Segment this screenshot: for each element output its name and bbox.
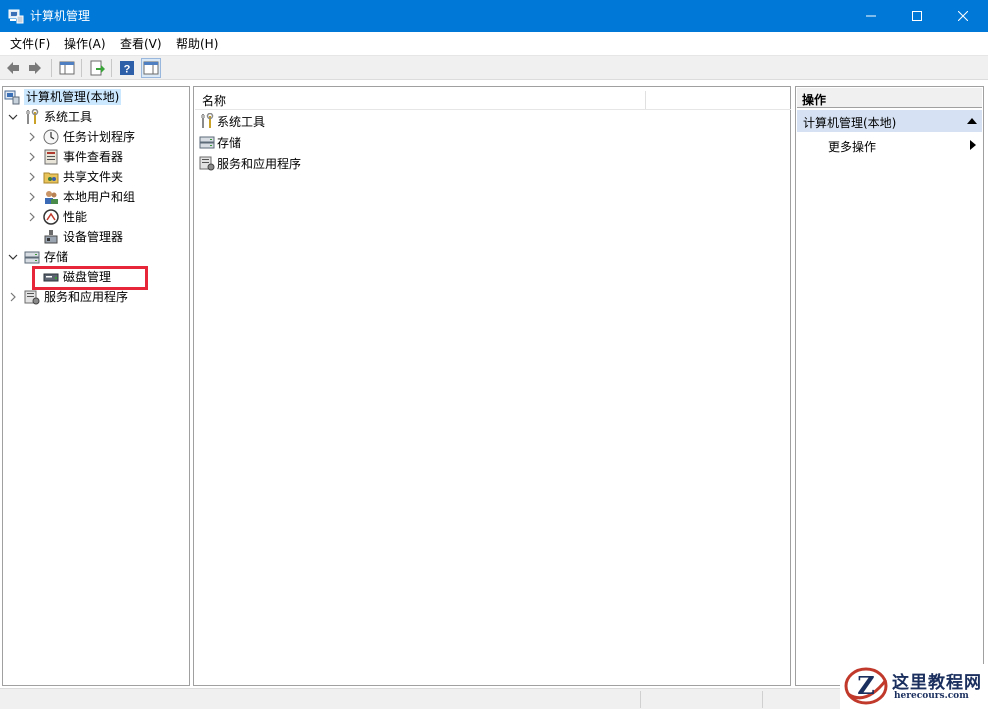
tree-item-shared-folders[interactable]: 共享文件夹 [43, 168, 123, 186]
status-segment [640, 691, 641, 708]
actions-header-label: 操作 [802, 93, 827, 107]
list-item-label: 服务和应用程序 [217, 156, 302, 171]
show-console-tree-icon [59, 61, 75, 75]
watermark-text: 这里教程网 [892, 673, 982, 693]
computer-management-icon [4, 90, 20, 105]
performance-icon [43, 209, 59, 225]
menu-view[interactable]: 查看(V) [120, 36, 162, 52]
forward-button[interactable] [25, 58, 45, 78]
tree-item-device-manager[interactable]: 设备管理器 [43, 228, 123, 246]
close-button[interactable] [940, 0, 986, 32]
more-actions-item[interactable]: 更多操作 [797, 135, 982, 155]
maximize-icon [912, 11, 922, 21]
maximize-button[interactable] [894, 0, 940, 32]
tree-item-label: 性能 [63, 210, 88, 224]
toolbar-separator [81, 59, 82, 77]
forward-arrow-icon [29, 62, 41, 74]
actions-section-label: 计算机管理(本地) [803, 116, 897, 130]
list-item-label: 系统工具 [217, 114, 266, 129]
chevron-down-icon[interactable] [8, 252, 18, 262]
minimize-icon [866, 15, 876, 17]
back-button[interactable] [3, 58, 23, 78]
actions-pane: 操作 计算机管理(本地) 更多操作 [795, 86, 984, 686]
column-header[interactable]: 名称 [195, 88, 791, 110]
watermark-logo-icon: Z [844, 667, 888, 705]
tools-icon [201, 113, 214, 128]
list-item[interactable]: 系统工具 [199, 112, 265, 130]
chevron-right-icon[interactable] [27, 172, 37, 182]
watermark: Z 这里教程网 herecours.com [840, 664, 988, 709]
minimize-button[interactable] [848, 0, 894, 32]
tree-item-label: 任务计划程序 [63, 130, 136, 144]
svg-text:Z: Z [857, 671, 875, 700]
tree-item-storage[interactable]: 存储 [24, 248, 68, 266]
menu-bar: 文件(F) 操作(A) 查看(V) 帮助(H) [0, 32, 988, 56]
action-pane-icon [143, 61, 159, 75]
collapse-up-icon[interactable] [967, 118, 977, 124]
shared-folder-icon [43, 172, 59, 184]
clock-icon [43, 129, 59, 145]
action-pane-button[interactable] [141, 58, 161, 78]
chevron-right-icon[interactable] [27, 132, 37, 142]
toolbar: ? [0, 56, 988, 80]
device-manager-icon [44, 230, 58, 244]
storage-icon [24, 251, 40, 264]
menu-help[interactable]: 帮助(H) [176, 36, 218, 52]
chevron-right-icon[interactable] [27, 152, 37, 162]
tree-item-task-scheduler[interactable]: 任务计划程序 [43, 128, 135, 146]
highlight-box [32, 266, 148, 290]
tools-icon [26, 109, 39, 124]
actions-header: 操作 [797, 88, 982, 108]
back-arrow-icon [7, 62, 19, 74]
computer-management-icon [8, 9, 24, 24]
services-icon [199, 156, 215, 171]
list-item[interactable]: 服务和应用程序 [199, 154, 301, 172]
tree-item-performance[interactable]: 性能 [43, 208, 87, 226]
help-icon: ? [120, 61, 134, 76]
menu-action[interactable]: 操作(A) [64, 36, 106, 52]
storage-icon [199, 136, 215, 149]
window-title: 计算机管理 [30, 9, 91, 23]
submenu-arrow-icon [970, 140, 976, 150]
close-icon [958, 11, 968, 21]
tree-item-local-users[interactable]: 本地用户和组 [43, 188, 135, 206]
toolbar-separator [111, 59, 112, 77]
tree-root-label: 计算机管理(本地) [24, 89, 122, 105]
content-pane: 名称 系统工具 存储 服务和应用程序 [193, 86, 791, 686]
column-header-name: 名称 [202, 94, 227, 108]
tree-item-label: 存储 [44, 250, 69, 264]
export-list-icon [90, 60, 105, 76]
show-console-tree-button[interactable] [57, 58, 77, 78]
column-divider[interactable] [645, 91, 646, 109]
tree-item-label: 设备管理器 [63, 230, 124, 244]
export-list-button[interactable] [87, 58, 107, 78]
tree-item-system-tools[interactable]: 系统工具 [24, 108, 92, 126]
tree-item-label: 共享文件夹 [63, 170, 124, 184]
chevron-right-icon[interactable] [8, 292, 18, 302]
list-item[interactable]: 存储 [199, 133, 241, 151]
chevron-right-icon[interactable] [27, 192, 37, 202]
more-actions-label: 更多操作 [828, 140, 877, 154]
tree-root[interactable]: 计算机管理(本地) [4, 88, 122, 106]
chevron-down-icon[interactable] [8, 112, 18, 122]
status-segment [762, 691, 763, 708]
svg-text:?: ? [124, 64, 131, 76]
chevron-right-icon[interactable] [27, 212, 37, 222]
tree-item-event-viewer[interactable]: 事件查看器 [43, 148, 123, 166]
users-icon [45, 191, 58, 204]
tree-item-label: 事件查看器 [63, 150, 124, 164]
list-item-label: 存储 [217, 135, 242, 150]
menu-file[interactable]: 文件(F) [10, 36, 50, 52]
title-bar: 计算机管理 [0, 0, 988, 32]
event-log-icon [44, 149, 58, 165]
watermark-url: herecours.com [894, 691, 969, 701]
tree-item-label: 本地用户和组 [63, 190, 136, 204]
tree-item-services-apps[interactable]: 服务和应用程序 [24, 288, 128, 306]
help-button[interactable]: ? [117, 58, 137, 78]
tree-item-label: 服务和应用程序 [44, 290, 129, 304]
tree-item-label: 系统工具 [44, 110, 93, 124]
actions-section[interactable]: 计算机管理(本地) [797, 110, 982, 132]
services-icon [24, 290, 40, 305]
toolbar-separator [51, 59, 52, 77]
